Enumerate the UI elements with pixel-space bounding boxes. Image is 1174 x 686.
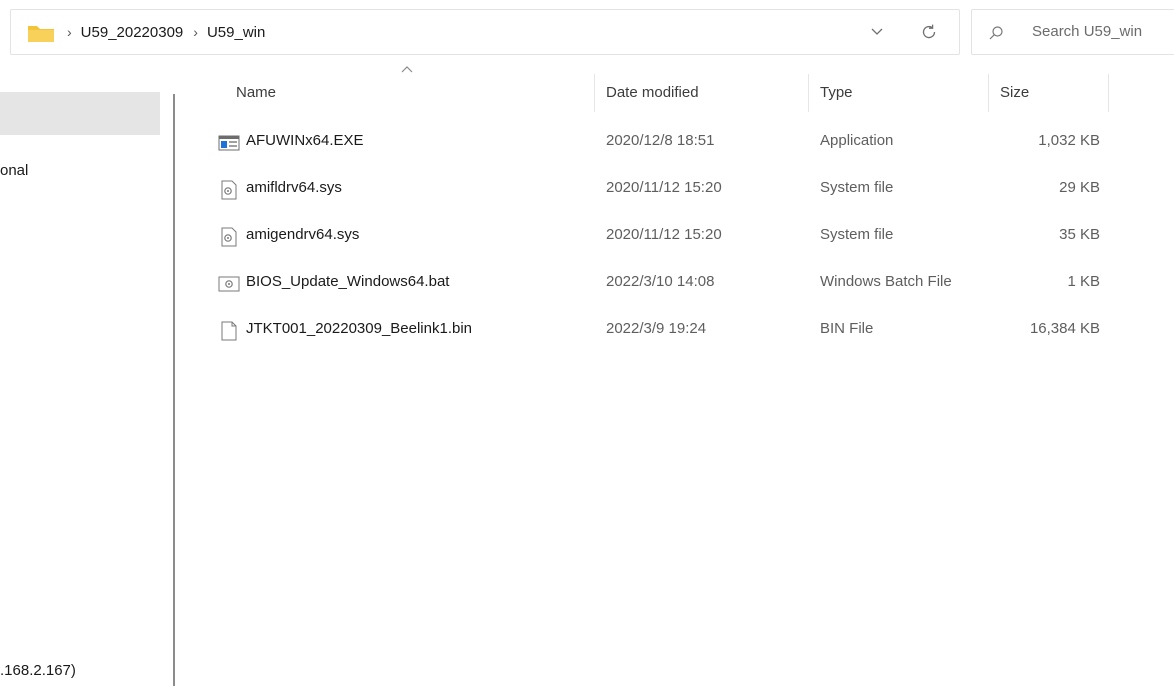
batch-file-icon [218, 276, 240, 292]
file-date-modified: 2022/3/10 14:08 [606, 273, 715, 290]
search-input[interactable]: Search U59_win [971, 9, 1174, 55]
column-divider[interactable] [988, 74, 989, 112]
file-type: BIN File [820, 320, 874, 337]
breadcrumb-separator-icon[interactable]: › [193, 24, 198, 40]
file-row[interactable]: AFUWINx64.EXE 2020/12/8 18:51 Applicatio… [210, 119, 1110, 166]
file-size: 1 KB [1067, 273, 1100, 290]
file-size: 1,032 KB [1038, 132, 1100, 149]
file-name: amifldrv64.sys [246, 179, 342, 196]
file-name: BIOS_Update_Windows64.bat [246, 273, 450, 290]
column-header-date-modified[interactable]: Date modified [606, 84, 699, 101]
column-header-type[interactable]: Type [820, 84, 853, 101]
address-bar[interactable]: › U59_20220309 › U59_win [10, 9, 960, 55]
column-divider[interactable] [808, 74, 809, 112]
address-history-dropdown-button[interactable] [866, 21, 888, 43]
generic-file-icon [221, 321, 237, 341]
application-icon [218, 135, 240, 151]
chevron-up-icon [401, 66, 413, 73]
file-type: System file [820, 179, 894, 196]
folder-icon [28, 26, 54, 42]
file-explorer-window: › U59_20220309 › U59_win Search U59_win … [0, 0, 1174, 686]
file-row[interactable]: JTKT001_20220309_Beelink1.bin 2022/3/9 1… [210, 307, 1110, 354]
file-size: 35 KB [1059, 226, 1100, 243]
file-type: Application [820, 132, 894, 149]
breadcrumb: › U59_20220309 › U59_win [65, 10, 265, 54]
search-placeholder: Search U59_win [1032, 23, 1143, 40]
refresh-button[interactable] [916, 19, 942, 45]
column-header-name[interactable]: Name [236, 84, 276, 101]
file-date-modified: 2022/3/9 19:24 [606, 320, 707, 337]
pane-splitter[interactable] [173, 94, 175, 686]
nav-item-selected[interactable] [0, 92, 160, 135]
file-row[interactable]: BIOS_Update_Windows64.bat 2022/3/10 14:0… [210, 260, 1110, 307]
file-type: System file [820, 226, 894, 243]
system-file-icon [221, 180, 237, 200]
file-name: AFUWINx64.EXE [246, 132, 364, 149]
file-row[interactable]: amigendrv64.sys 2020/11/12 15:20 System … [210, 213, 1110, 260]
file-date-modified: 2020/11/12 15:20 [606, 226, 722, 243]
column-divider[interactable] [1108, 74, 1109, 112]
system-file-icon [221, 227, 237, 247]
column-divider[interactable] [594, 74, 595, 112]
breadcrumb-item[interactable]: U59_20220309 [81, 24, 184, 41]
breadcrumb-item[interactable]: U59_win [207, 24, 265, 41]
file-date-modified: 2020/11/12 15:20 [606, 179, 722, 196]
navigation-pane: onal .168.2.167) [0, 62, 172, 686]
file-size: 16,384 KB [1029, 320, 1100, 337]
chevron-down-icon [871, 28, 883, 35]
file-name: JTKT001_20220309_Beelink1.bin [246, 320, 473, 337]
column-header-size[interactable]: Size [1000, 84, 1029, 101]
breadcrumb-separator-icon[interactable]: › [67, 24, 72, 40]
search-icon [989, 26, 1003, 40]
file-row[interactable]: amifldrv64.sys 2020/11/12 15:20 System f… [210, 166, 1110, 213]
refresh-icon [922, 24, 936, 39]
file-size: 29 KB [1059, 179, 1100, 196]
nav-item-label[interactable]: onal [0, 162, 28, 179]
file-date-modified: 2020/12/8 18:51 [606, 132, 715, 149]
file-type: Windows Batch File [820, 273, 952, 290]
file-name: amigendrv64.sys [246, 226, 360, 243]
nav-item-label[interactable]: .168.2.167) [0, 662, 76, 679]
